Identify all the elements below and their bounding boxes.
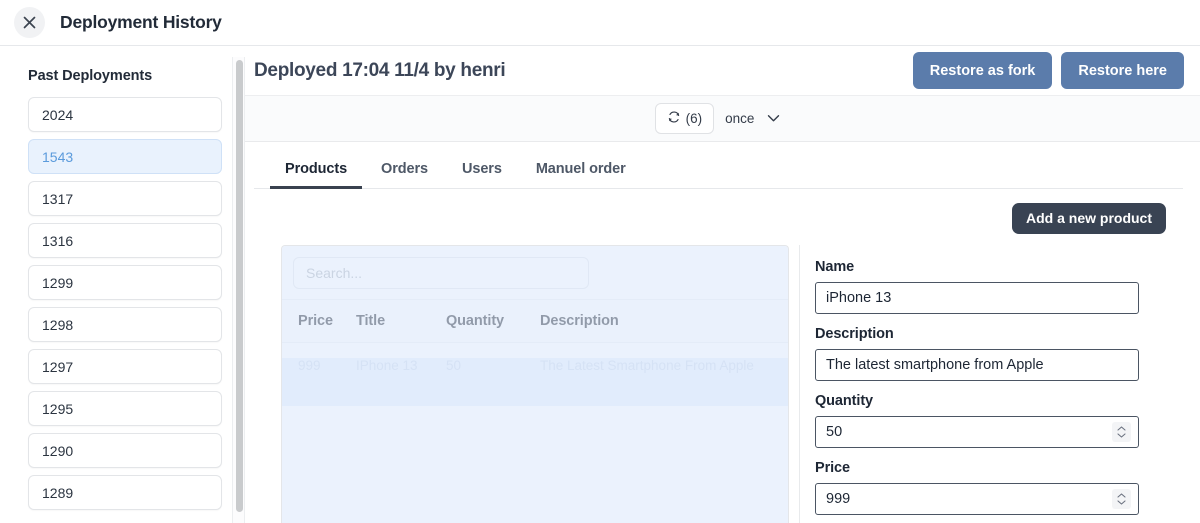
deployment-item-label: 1316	[42, 233, 73, 249]
add-product-row: Add a new product	[254, 189, 1183, 245]
tab-users[interactable]: Users	[447, 152, 517, 189]
description-field[interactable]	[815, 349, 1139, 381]
deployment-item-1289[interactable]: 1289	[28, 475, 222, 510]
deployment-item-1299[interactable]: 1299	[28, 265, 222, 300]
deployment-header: Deployed 17:04 11/4 by henri Restore as …	[237, 46, 1200, 95]
cell-title: IPhone 13	[356, 342, 446, 388]
schedule-frequency-value: once	[725, 111, 754, 126]
search-row	[282, 246, 788, 299]
chevron-up-icon	[1117, 493, 1126, 498]
add-new-product-button[interactable]: Add a new product	[1012, 203, 1166, 234]
deployment-item-label: 1298	[42, 317, 73, 333]
content-scrollbar[interactable]	[232, 57, 245, 523]
refresh-button[interactable]: (6)	[655, 103, 715, 134]
deployment-item-1297[interactable]: 1297	[28, 349, 222, 384]
deployment-item-label: 1297	[42, 359, 73, 375]
deployment-item-label: 1317	[42, 191, 73, 207]
products-table-card: Price Title Quantity Description 999 IPh…	[281, 245, 789, 523]
deployment-item-label: 2024	[42, 107, 73, 123]
products-content: Add a new product Price Title	[237, 189, 1200, 523]
refresh-count: (6)	[686, 111, 703, 126]
table-header-row: Price Title Quantity Description	[282, 299, 788, 342]
quantity-field-wrap	[815, 416, 1139, 460]
price-label: Price	[815, 460, 1139, 476]
page-title: Deployment History	[60, 12, 222, 33]
sidebar-heading: Past Deployments	[0, 68, 237, 97]
scrollbar-thumb[interactable]	[236, 60, 243, 512]
window-header: Deployment History	[0, 0, 1200, 46]
schedule-frequency-select[interactable]: once	[723, 111, 782, 126]
deployment-item-1543[interactable]: 1543	[28, 139, 222, 174]
deployment-item-1316[interactable]: 1316	[28, 223, 222, 258]
products-layout: Price Title Quantity Description 999 IPh…	[254, 245, 1183, 523]
deployment-item-1298[interactable]: 1298	[28, 307, 222, 342]
cell-price: 999	[282, 342, 356, 388]
products-table: Price Title Quantity Description 999 IPh…	[282, 299, 788, 389]
deployment-item-label: 1290	[42, 443, 73, 459]
chevron-down-icon	[767, 111, 780, 126]
past-deployments-sidebar: Past Deployments 2024 1543 1317 1316 129…	[0, 46, 237, 523]
quantity-field[interactable]	[815, 416, 1139, 448]
price-field[interactable]	[815, 483, 1139, 515]
chevron-down-icon	[1117, 433, 1126, 438]
deployment-item-label: 1299	[42, 275, 73, 291]
chevron-down-icon	[1117, 500, 1126, 505]
chevron-up-icon	[1117, 426, 1126, 431]
deployment-item-label: 1543	[42, 149, 73, 165]
description-label: Description	[815, 326, 1139, 342]
tab-manuel-order[interactable]: Manuel order	[521, 152, 641, 189]
deployment-item-1290[interactable]: 1290	[28, 433, 222, 468]
deployment-detail-pane: Deployed 17:04 11/4 by henri Restore as …	[237, 46, 1200, 523]
name-label: Name	[815, 259, 1139, 275]
products-table-inner: Price Title Quantity Description 999 IPh…	[282, 246, 788, 523]
restore-as-fork-button[interactable]: Restore as fork	[913, 52, 1053, 89]
deployment-item-1295[interactable]: 1295	[28, 391, 222, 426]
deployment-item-2024[interactable]: 2024	[28, 97, 222, 132]
column-header-price[interactable]: Price	[282, 299, 356, 342]
main-body: Past Deployments 2024 1543 1317 1316 129…	[0, 46, 1200, 523]
deployment-item-label: 1295	[42, 401, 73, 417]
search-input[interactable]	[293, 257, 589, 289]
column-header-description[interactable]: Description	[540, 299, 788, 342]
product-form: Name Description Quantity	[799, 245, 1183, 523]
cell-quantity: 50	[446, 342, 540, 388]
deployment-item-1317[interactable]: 1317	[28, 181, 222, 216]
name-field[interactable]	[815, 282, 1139, 314]
price-field-wrap	[815, 483, 1139, 523]
tab-products[interactable]: Products	[270, 152, 362, 189]
tab-orders[interactable]: Orders	[366, 152, 443, 189]
column-header-title[interactable]: Title	[356, 299, 446, 342]
column-header-quantity[interactable]: Quantity	[446, 299, 540, 342]
close-button[interactable]	[14, 7, 45, 38]
quantity-stepper[interactable]	[1112, 422, 1131, 442]
restore-here-button[interactable]: Restore here	[1061, 52, 1184, 89]
deployment-title: Deployed 17:04 11/4 by henri	[254, 60, 904, 82]
table-row[interactable]: 999 IPhone 13 50 The Latest Smartphone F…	[282, 342, 788, 388]
cell-description: The Latest Smartphone From Apple	[540, 342, 788, 388]
close-icon	[23, 16, 36, 29]
quantity-label: Quantity	[815, 393, 1139, 409]
deployment-item-label: 1289	[42, 485, 73, 501]
section-tabs: Products Orders Users Manuel order	[254, 142, 1183, 189]
schedule-toolbar: (6) once	[237, 95, 1200, 141]
deployment-list: 2024 1543 1317 1316 1299 1298 1297 1295 …	[0, 97, 237, 510]
refresh-icon	[667, 110, 681, 127]
price-stepper[interactable]	[1112, 489, 1131, 509]
